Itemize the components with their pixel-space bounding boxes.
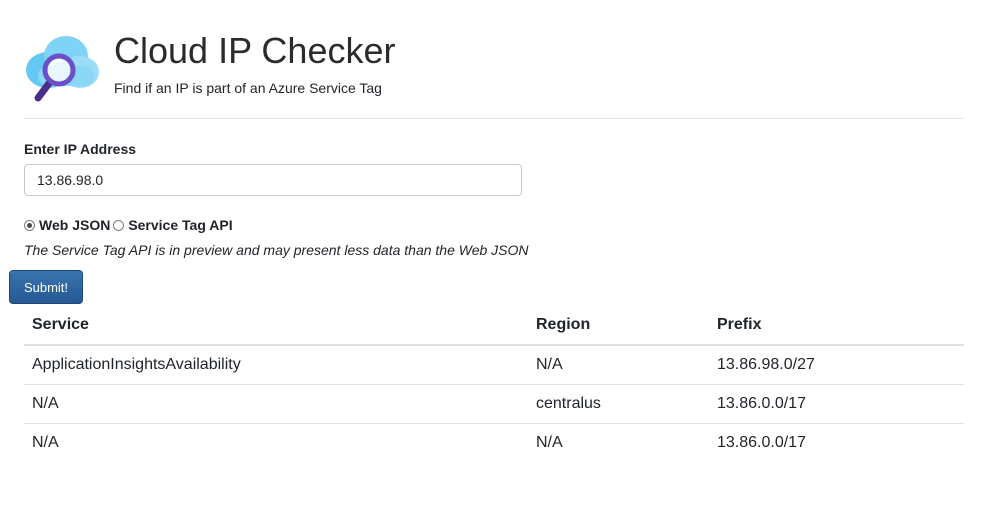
cell-prefix: 13.86.0.0/17 [709,423,964,462]
table-header-row: Service Region Prefix [24,305,964,346]
ip-address-label: Enter IP Address [24,141,137,157]
cell-service: N/A [24,384,528,424]
cell-service: N/A [24,423,528,462]
table-row: N/A centralus 13.86.0.0/17 [24,384,964,424]
cloud-magnifier-icon [26,36,99,102]
page-title: Cloud IP Checker [114,30,396,71]
cell-region: N/A [528,423,709,462]
cell-service: ApplicationInsightsAvailability [32,356,241,373]
cell-region: N/A [536,356,563,373]
ip-address-input[interactable] [24,164,522,196]
table-row: N/A N/A 13.86.0.0/17 [24,423,964,462]
column-header-service: Service [24,305,528,346]
results-table: Service Region Prefix ApplicationInsight… [24,305,964,462]
cell-region: centralus [528,384,709,424]
cell-prefix: 13.86.98.0/27 [717,356,815,373]
cell-prefix: 13.86.0.0/17 [709,384,964,424]
column-header-region: Region [528,305,709,346]
page: Cloud IP Checker Find if an IP is part o… [0,0,988,511]
column-header-prefix: Prefix [709,305,964,346]
service-tag-api-label[interactable]: Service Tag API [128,217,232,233]
submit-button[interactable]: Submit! [9,270,83,304]
page-subtitle: Find if an IP is part of an Azure Servic… [114,80,382,96]
web-json-radio[interactable] [24,219,35,231]
table-row: ApplicationInsightsAvailability N/A 13.8… [24,345,964,385]
source-options: Web JSON Service Tag API [24,216,236,234]
web-json-label[interactable]: Web JSON [39,217,110,233]
header: Cloud IP Checker Find if an IP is part o… [24,28,964,119]
preview-note: The Service Tag API is in preview and ma… [24,242,529,258]
service-tag-api-radio[interactable] [113,219,125,231]
